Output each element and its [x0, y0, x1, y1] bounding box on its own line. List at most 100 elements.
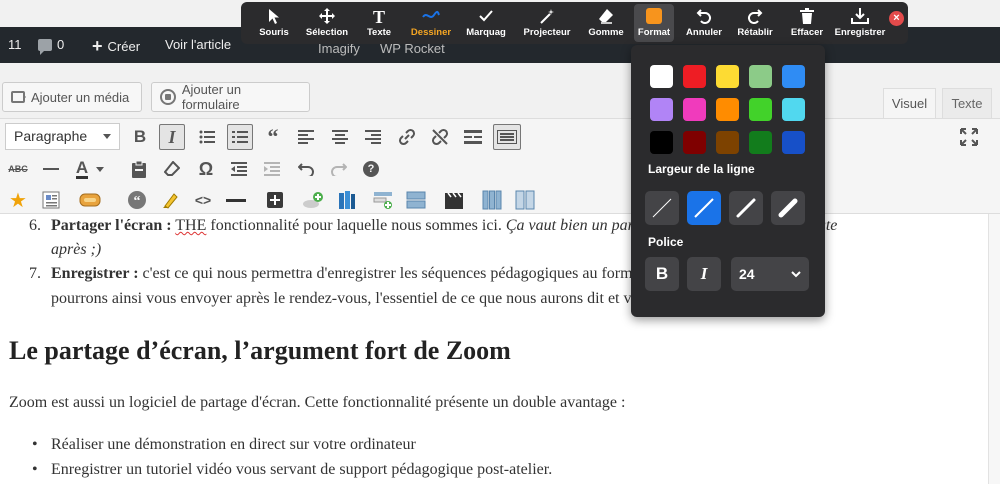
tool-undo[interactable]: Annuler: [684, 4, 724, 42]
tool-save[interactable]: Enregistrer: [835, 4, 885, 42]
align-center-button[interactable]: [327, 124, 353, 150]
star-button[interactable]: ★: [5, 187, 31, 213]
clear-formatting-button[interactable]: [159, 156, 185, 182]
horizontal-line-button[interactable]: [38, 156, 64, 182]
color-swatch[interactable]: [782, 131, 805, 154]
outdent-button[interactable]: [226, 156, 252, 182]
special-character-button[interactable]: Ω: [193, 156, 219, 182]
italic-button[interactable]: I: [159, 124, 185, 150]
section-heading: Le partage d’écran, l’argument fort de Z…: [9, 336, 511, 365]
insert-link-button[interactable]: [394, 124, 420, 150]
admin-comments[interactable]: 0: [38, 37, 64, 55]
comment-icon: [38, 38, 52, 55]
code-button[interactable]: <>: [190, 187, 216, 213]
two-columns-icon: [515, 190, 535, 210]
highlighter-icon: [163, 193, 178, 209]
bold-button[interactable]: B: [127, 124, 153, 150]
line-width-2[interactable]: [687, 191, 721, 225]
blockquote-button[interactable]: “: [260, 124, 286, 150]
color-swatch[interactable]: [749, 98, 772, 121]
color-swatch[interactable]: [782, 65, 805, 88]
font-bold-button[interactable]: B: [645, 257, 679, 291]
editor-scrollbar[interactable]: [988, 214, 1000, 484]
tool-text[interactable]: T Texte: [361, 4, 397, 42]
color-swatch[interactable]: [716, 98, 739, 121]
code-icon: <>: [194, 192, 212, 208]
insert-row-button[interactable]: [370, 187, 396, 213]
tool-redo[interactable]: Rétablir: [735, 4, 775, 42]
strikethrough-button[interactable]: ABC: [5, 156, 31, 182]
two-columns-button[interactable]: [512, 187, 538, 213]
font-italic-button[interactable]: I: [687, 257, 721, 291]
eraser-icon: [599, 9, 613, 24]
bullet-list-button[interactable]: [194, 124, 220, 150]
color-swatch[interactable]: [716, 131, 739, 154]
tool-clear[interactable]: Effacer: [788, 4, 826, 42]
color-swatch[interactable]: [650, 131, 673, 154]
indent-button[interactable]: [259, 156, 285, 182]
thin-line-icon: [652, 198, 672, 218]
tool-spotlight[interactable]: Projecteur: [521, 4, 573, 42]
separator-button[interactable]: [223, 187, 249, 213]
row-layout-button[interactable]: [403, 187, 429, 213]
color-swatch[interactable]: [650, 65, 673, 88]
add-ad-button[interactable]: [300, 187, 326, 213]
undo-button[interactable]: [293, 156, 319, 182]
tab-text[interactable]: Texte: [942, 88, 992, 118]
tool-eraser[interactable]: Gomme: [587, 4, 625, 42]
tab-visual[interactable]: Visuel: [883, 88, 936, 118]
medium-line-icon: [694, 198, 714, 218]
tool-selection[interactable]: Sélection: [305, 4, 349, 42]
remove-link-button[interactable]: [427, 124, 453, 150]
video-button[interactable]: [441, 187, 467, 213]
font-size-select[interactable]: 24: [731, 257, 809, 291]
color-swatch[interactable]: [683, 65, 706, 88]
trash-icon: [800, 8, 814, 24]
color-swatch[interactable]: [749, 131, 772, 154]
columns-button[interactable]: [479, 187, 505, 213]
help-button[interactable]: ?: [358, 156, 384, 182]
color-swatch[interactable]: [716, 65, 739, 88]
align-right-button[interactable]: [360, 124, 386, 150]
tool-stamp[interactable]: Marquag: [463, 4, 509, 42]
redo-button[interactable]: [326, 156, 352, 182]
box-button[interactable]: [77, 187, 103, 213]
add-form-button[interactable]: Ajouter un formulaire: [151, 82, 310, 112]
line-width-4[interactable]: [771, 191, 805, 225]
quote-block-button[interactable]: “: [124, 187, 150, 213]
color-swatch[interactable]: [782, 98, 805, 121]
tool-format[interactable]: Format: [634, 4, 674, 42]
admin-updates[interactable]: 11: [8, 37, 22, 52]
admin-view-post[interactable]: Voir l'article: [165, 37, 231, 52]
close-toolbar-button[interactable]: ×: [889, 11, 904, 26]
highlight-button[interactable]: [158, 187, 184, 213]
fullscreen-button[interactable]: [956, 124, 982, 150]
shortcode-button[interactable]: [38, 187, 64, 213]
help-icon: ?: [363, 161, 379, 177]
paste-text-button[interactable]: [126, 156, 152, 182]
text-color-button[interactable]: A: [70, 156, 110, 182]
line-width-1[interactable]: [645, 191, 679, 225]
color-swatch[interactable]: [683, 131, 706, 154]
align-left-button[interactable]: [293, 124, 319, 150]
form-icon: [160, 89, 176, 105]
color-swatch[interactable]: [683, 98, 706, 121]
add-media-button[interactable]: Ajouter un média: [2, 82, 142, 112]
format-select[interactable]: Paragraphe: [5, 123, 120, 150]
tool-draw[interactable]: Dessiner: [409, 4, 453, 42]
unlink-icon: [431, 128, 449, 146]
library-button[interactable]: [334, 187, 360, 213]
toolbar-toggle-button[interactable]: [493, 124, 521, 150]
admin-new-button[interactable]: + Créer: [92, 37, 140, 55]
add-element-button[interactable]: [262, 187, 288, 213]
undo-icon: [696, 9, 711, 24]
read-more-button[interactable]: [460, 124, 486, 150]
chevron-down-icon: [103, 134, 111, 139]
editor-content[interactable]: 6. Partager l'écran : THE fonctionnalité …: [0, 214, 988, 484]
line-width-3[interactable]: [729, 191, 763, 225]
admin-view-label: Voir l'article: [165, 37, 232, 52]
color-swatch[interactable]: [749, 65, 772, 88]
color-swatch[interactable]: [650, 98, 673, 121]
numbered-list-button[interactable]: [227, 124, 253, 150]
tool-mouse[interactable]: Souris: [254, 4, 294, 42]
